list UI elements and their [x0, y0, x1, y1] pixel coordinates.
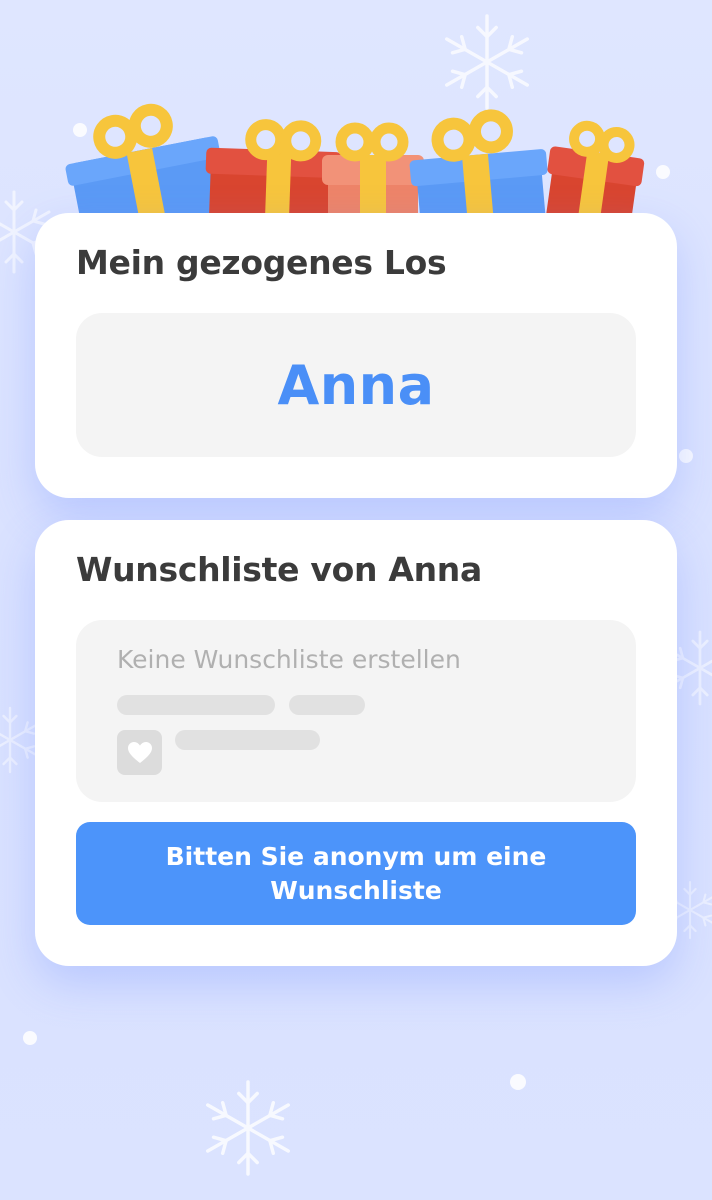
drawn-lot-card: Mein gezogenes Los Anna [35, 213, 677, 498]
wishlist-empty-box: Keine Wunschliste erstellen [76, 620, 636, 802]
drawn-name-box: Anna [76, 313, 636, 457]
wishlist-title: Wunschliste von Anna [76, 550, 482, 589]
sparkle [679, 449, 693, 463]
sparkle [73, 123, 87, 137]
sparkle [656, 165, 670, 179]
placeholder-line [117, 695, 275, 715]
heart-icon [127, 741, 152, 763]
snowflake-icon [445, 14, 529, 110]
placeholder-line [289, 695, 365, 715]
wishlist-empty-text: Keine Wunschliste erstellen [117, 645, 461, 674]
drawn-name: Anna [277, 353, 435, 417]
request-wishlist-button[interactable]: Bitten Sie anonym um eine Wunschliste [76, 822, 636, 925]
snowflake-icon [0, 706, 40, 774]
sparkle [510, 1074, 526, 1090]
wishlist-item-icon-box [117, 730, 162, 775]
sparkle [23, 1031, 37, 1045]
snowflake-icon [206, 1080, 290, 1176]
placeholder-line [175, 730, 320, 750]
drawn-lot-title: Mein gezogenes Los [76, 243, 447, 282]
wishlist-card: Wunschliste von Anna Keine Wunschliste e… [35, 520, 677, 966]
